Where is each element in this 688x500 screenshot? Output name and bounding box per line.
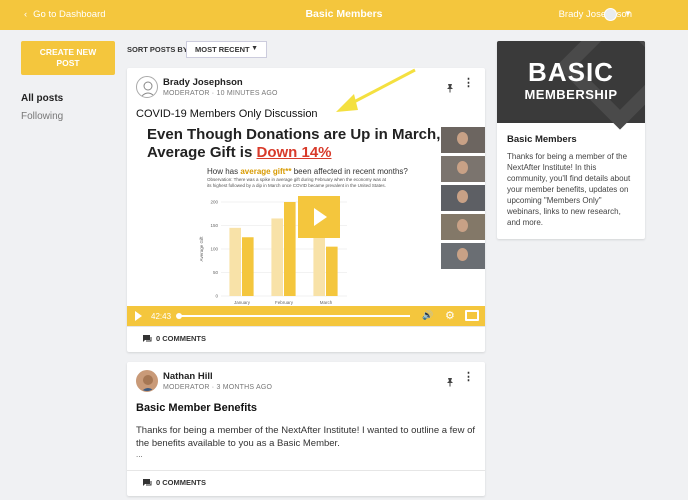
post-author[interactable]: Nathan Hill: [163, 371, 213, 382]
y-tick-label: 100: [210, 247, 218, 252]
y-axis-label: Average Gift: [199, 236, 204, 262]
y-tick-label: 200: [210, 200, 218, 205]
create-new-post-button[interactable]: CREATE NEW POST: [21, 41, 115, 75]
caret-down-icon: ▼: [251, 45, 258, 52]
post-title[interactable]: COVID-19 Members Only Discussion: [136, 108, 318, 120]
video-headline: Even Though Donations are Up in March, A…: [147, 126, 440, 162]
participant-thumbnails: [441, 127, 485, 272]
chart-question: How has average gift** been affected in …: [207, 167, 408, 176]
chart-question-suffix: been affected in recent months?: [291, 167, 408, 176]
membership-banner: BASIC MEMBERSHIP: [497, 41, 645, 130]
headline-highlight: Down 14%: [256, 144, 332, 161]
pin-icon[interactable]: [445, 80, 455, 98]
participant-thumbnail: [441, 127, 485, 153]
bar: [284, 202, 296, 296]
post-body: Thanks for being a member of the NextAft…: [136, 425, 476, 449]
gear-icon[interactable]: ⚙: [445, 309, 455, 322]
comments-count: 0 COMMENTS: [156, 334, 207, 343]
chart-question-prefix: How has: [207, 167, 241, 176]
post-ellipsis[interactable]: ...: [136, 450, 143, 459]
comment-icon: [143, 334, 152, 342]
fullscreen-icon[interactable]: [465, 310, 479, 321]
post-title[interactable]: Basic Member Benefits: [136, 402, 257, 414]
group-title: Basic Members: [507, 134, 577, 145]
x-tick-label: February: [275, 300, 294, 305]
divider: [127, 326, 485, 327]
create-new-post-label: CREATE NEW POST: [39, 47, 97, 68]
avatar[interactable]: [136, 76, 158, 98]
user-name[interactable]: Brady Josephson: [559, 9, 632, 20]
play-button[interactable]: [298, 196, 340, 238]
bar: [313, 237, 325, 296]
avatar[interactable]: [136, 370, 158, 392]
participant-thumbnail: [441, 156, 485, 182]
banner-subtitle: MEMBERSHIP: [524, 87, 618, 102]
post-role: MODERATOR: [163, 384, 210, 391]
video-controls: 42:43 🔊 ⚙: [127, 306, 485, 326]
comments-link[interactable]: 0 COMMENTS: [143, 478, 206, 487]
participant-thumbnail: [441, 243, 485, 269]
nav-all-posts[interactable]: All posts: [21, 93, 63, 104]
headline-line-2: Average Gift is: [147, 144, 257, 161]
chart-observation: Observation: There was a spike in averag…: [207, 177, 387, 188]
post-meta: MODERATOR · 3 MONTHS AGO: [163, 384, 273, 391]
progress-knob[interactable]: [176, 313, 182, 319]
participant-thumbnail: [441, 185, 485, 211]
video-progress-bar[interactable]: [176, 313, 410, 319]
post-card[interactable]: Brady Josephson MODERATOR · 10 MINUTES A…: [127, 68, 485, 352]
divider: [127, 470, 485, 471]
bar: [229, 227, 241, 296]
post-time: 3 MONTHS AGO: [216, 384, 273, 391]
y-tick-label: 50: [213, 270, 219, 275]
more-options-icon[interactable]: ⋮: [463, 78, 474, 89]
video-player[interactable]: Even Though Donations are Up in March, A…: [127, 122, 485, 327]
x-tick-label: March: [320, 300, 333, 305]
chevron-down-icon[interactable]: ▼: [624, 9, 632, 18]
y-tick-label: 0: [215, 294, 218, 299]
banner-title: BASIC: [528, 57, 614, 87]
post-meta: MODERATOR · 10 MINUTES AGO: [163, 90, 278, 97]
x-tick-label: January: [234, 300, 251, 305]
post-role: MODERATOR: [163, 90, 210, 97]
comments-link[interactable]: 0 COMMENTS: [143, 334, 206, 343]
post-card[interactable]: Nathan Hill MODERATOR · 3 MONTHS AGO ⋮ B…: [127, 362, 485, 496]
top-bar: ‹ Go to Dashboard Basic Members Brady Jo…: [0, 0, 688, 30]
nav-following[interactable]: Following: [21, 111, 63, 122]
chart-question-bold: average gift**: [240, 167, 292, 176]
more-options-icon[interactable]: ⋮: [463, 372, 474, 383]
annotation-arrow: [336, 68, 416, 112]
sort-selected: MOST RECENT: [195, 45, 250, 54]
post-time: 10 MINUTES AGO: [216, 90, 278, 97]
pin-icon[interactable]: [445, 374, 455, 392]
bar: [242, 237, 254, 296]
user-avatar[interactable]: [604, 8, 617, 21]
bar: [326, 246, 338, 296]
volume-icon[interactable]: 🔊: [422, 310, 433, 321]
comments-count: 0 COMMENTS: [156, 478, 207, 487]
video-time: 42:43: [151, 312, 172, 321]
participant-thumbnail: [441, 214, 485, 240]
sort-select[interactable]: MOST RECENT ▼: [186, 41, 267, 58]
comment-icon: [143, 478, 152, 486]
bar: [271, 218, 283, 296]
post-author[interactable]: Brady Josephson: [163, 77, 243, 88]
headline-line-1: Even Though Donations are Up in March,: [147, 126, 441, 143]
group-info-card: BASIC MEMBERSHIP Basic Members Thanks fo…: [497, 41, 645, 239]
y-tick-label: 150: [210, 223, 218, 228]
sort-label: SORT POSTS BY: [127, 45, 188, 54]
group-description: Thanks for being a member of the NextAft…: [507, 152, 631, 227]
play-icon[interactable]: [135, 311, 142, 321]
